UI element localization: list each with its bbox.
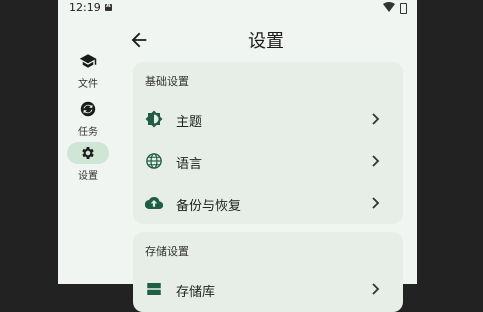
settings-section-storage: 存储设置 存储库 [133, 232, 403, 312]
globe-icon [146, 153, 162, 169]
notification-icon [105, 2, 112, 11]
section-title: 基础设置 [145, 75, 189, 88]
active-indicator [67, 142, 109, 164]
rail-item-settings[interactable]: 设置 [67, 142, 109, 184]
rail-item-label: 任务 [78, 127, 98, 138]
settings-item-label: 备份与恢复 [176, 199, 242, 214]
battery-icon [400, 3, 407, 14]
sync-task-icon [80, 101, 96, 117]
storage-icon [147, 283, 161, 295]
school-icon [79, 54, 97, 68]
rail-item-label: 设置 [78, 171, 98, 182]
rail-item-label: 文件 [78, 79, 98, 90]
settings-item-storage[interactable]: 存储库 [133, 268, 403, 310]
top-app-bar: 设置 [118, 24, 417, 54]
section-title: 存储设置 [145, 245, 189, 258]
status-bar: 12:19 [58, 0, 417, 16]
page-title: 设置 [248, 31, 284, 52]
settings-item-backup-restore[interactable]: 备份与恢复 [133, 182, 403, 224]
back-arrow-icon[interactable] [128, 29, 150, 51]
wifi-icon [383, 2, 395, 12]
settings-item-label: 主题 [176, 115, 203, 130]
cloud-upload-icon [145, 197, 163, 210]
settings-section-basic: 基础设置 主题 语言 备份与恢复 [133, 62, 403, 224]
rail-item-files[interactable]: 文件 [67, 50, 109, 92]
status-time: 12:19 [69, 1, 101, 14]
gear-icon [82, 147, 94, 159]
settings-item-theme[interactable]: 主题 [133, 98, 403, 140]
settings-item-language[interactable]: 语言 [133, 140, 403, 182]
chevron-right-icon [372, 155, 380, 167]
settings-item-label: 语言 [176, 157, 203, 172]
chevron-right-icon [372, 113, 380, 125]
theme-brightness-icon [145, 110, 163, 128]
chevron-right-icon [372, 197, 380, 209]
rail-item-tasks[interactable]: 任务 [67, 98, 109, 140]
chevron-right-icon [372, 283, 380, 295]
